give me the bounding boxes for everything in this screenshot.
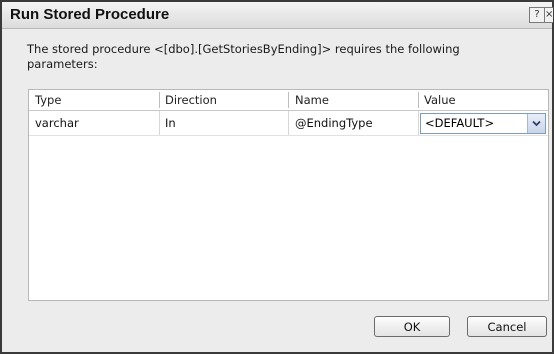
- parameter-type: varchar: [35, 116, 79, 130]
- parameters-grid: Type Direction Name Value varchar In @En…: [28, 89, 549, 301]
- message-line-2: parameters:: [27, 57, 98, 71]
- close-icon: ×: [545, 9, 553, 20]
- help-button[interactable]: ?: [529, 7, 545, 23]
- grid-header: Type Direction Name Value: [29, 90, 548, 111]
- message-line-1: The stored procedure <[dbo].[GetStoriesB…: [27, 42, 460, 56]
- column-divider[interactable]: [159, 92, 160, 108]
- column-header-type[interactable]: Type: [35, 93, 61, 107]
- column-header-name[interactable]: Name: [295, 93, 329, 107]
- ok-button[interactable]: OK: [374, 316, 450, 337]
- dialog-title: Run Stored Procedure: [10, 6, 170, 23]
- help-icon: ?: [534, 9, 540, 20]
- parameter-direction: In: [165, 116, 176, 130]
- cell-divider: [288, 111, 289, 135]
- procedure-message: The stored procedure <[dbo].[GetStoriesB…: [27, 42, 497, 72]
- title-bar: Run Stored Procedure ? ×: [2, 2, 553, 29]
- chevron-down-icon: [532, 120, 541, 127]
- cell-divider: [418, 111, 419, 135]
- column-divider[interactable]: [418, 92, 419, 108]
- parameter-row[interactable]: varchar In @EndingType <DEFAULT>: [29, 111, 548, 136]
- column-header-value[interactable]: Value: [424, 93, 456, 107]
- column-header-direction[interactable]: Direction: [165, 93, 217, 107]
- run-stored-procedure-dialog: Run Stored Procedure ? × The stored proc…: [0, 0, 554, 354]
- cancel-button[interactable]: Cancel: [467, 316, 547, 337]
- parameter-value-dropdown[interactable]: <DEFAULT>: [420, 113, 546, 134]
- parameter-name: @EndingType: [295, 116, 373, 130]
- close-button[interactable]: ×: [544, 7, 553, 23]
- parameter-value[interactable]: <DEFAULT>: [425, 116, 494, 130]
- column-divider[interactable]: [288, 92, 289, 108]
- dropdown-button[interactable]: [527, 114, 545, 133]
- cell-divider: [159, 111, 160, 135]
